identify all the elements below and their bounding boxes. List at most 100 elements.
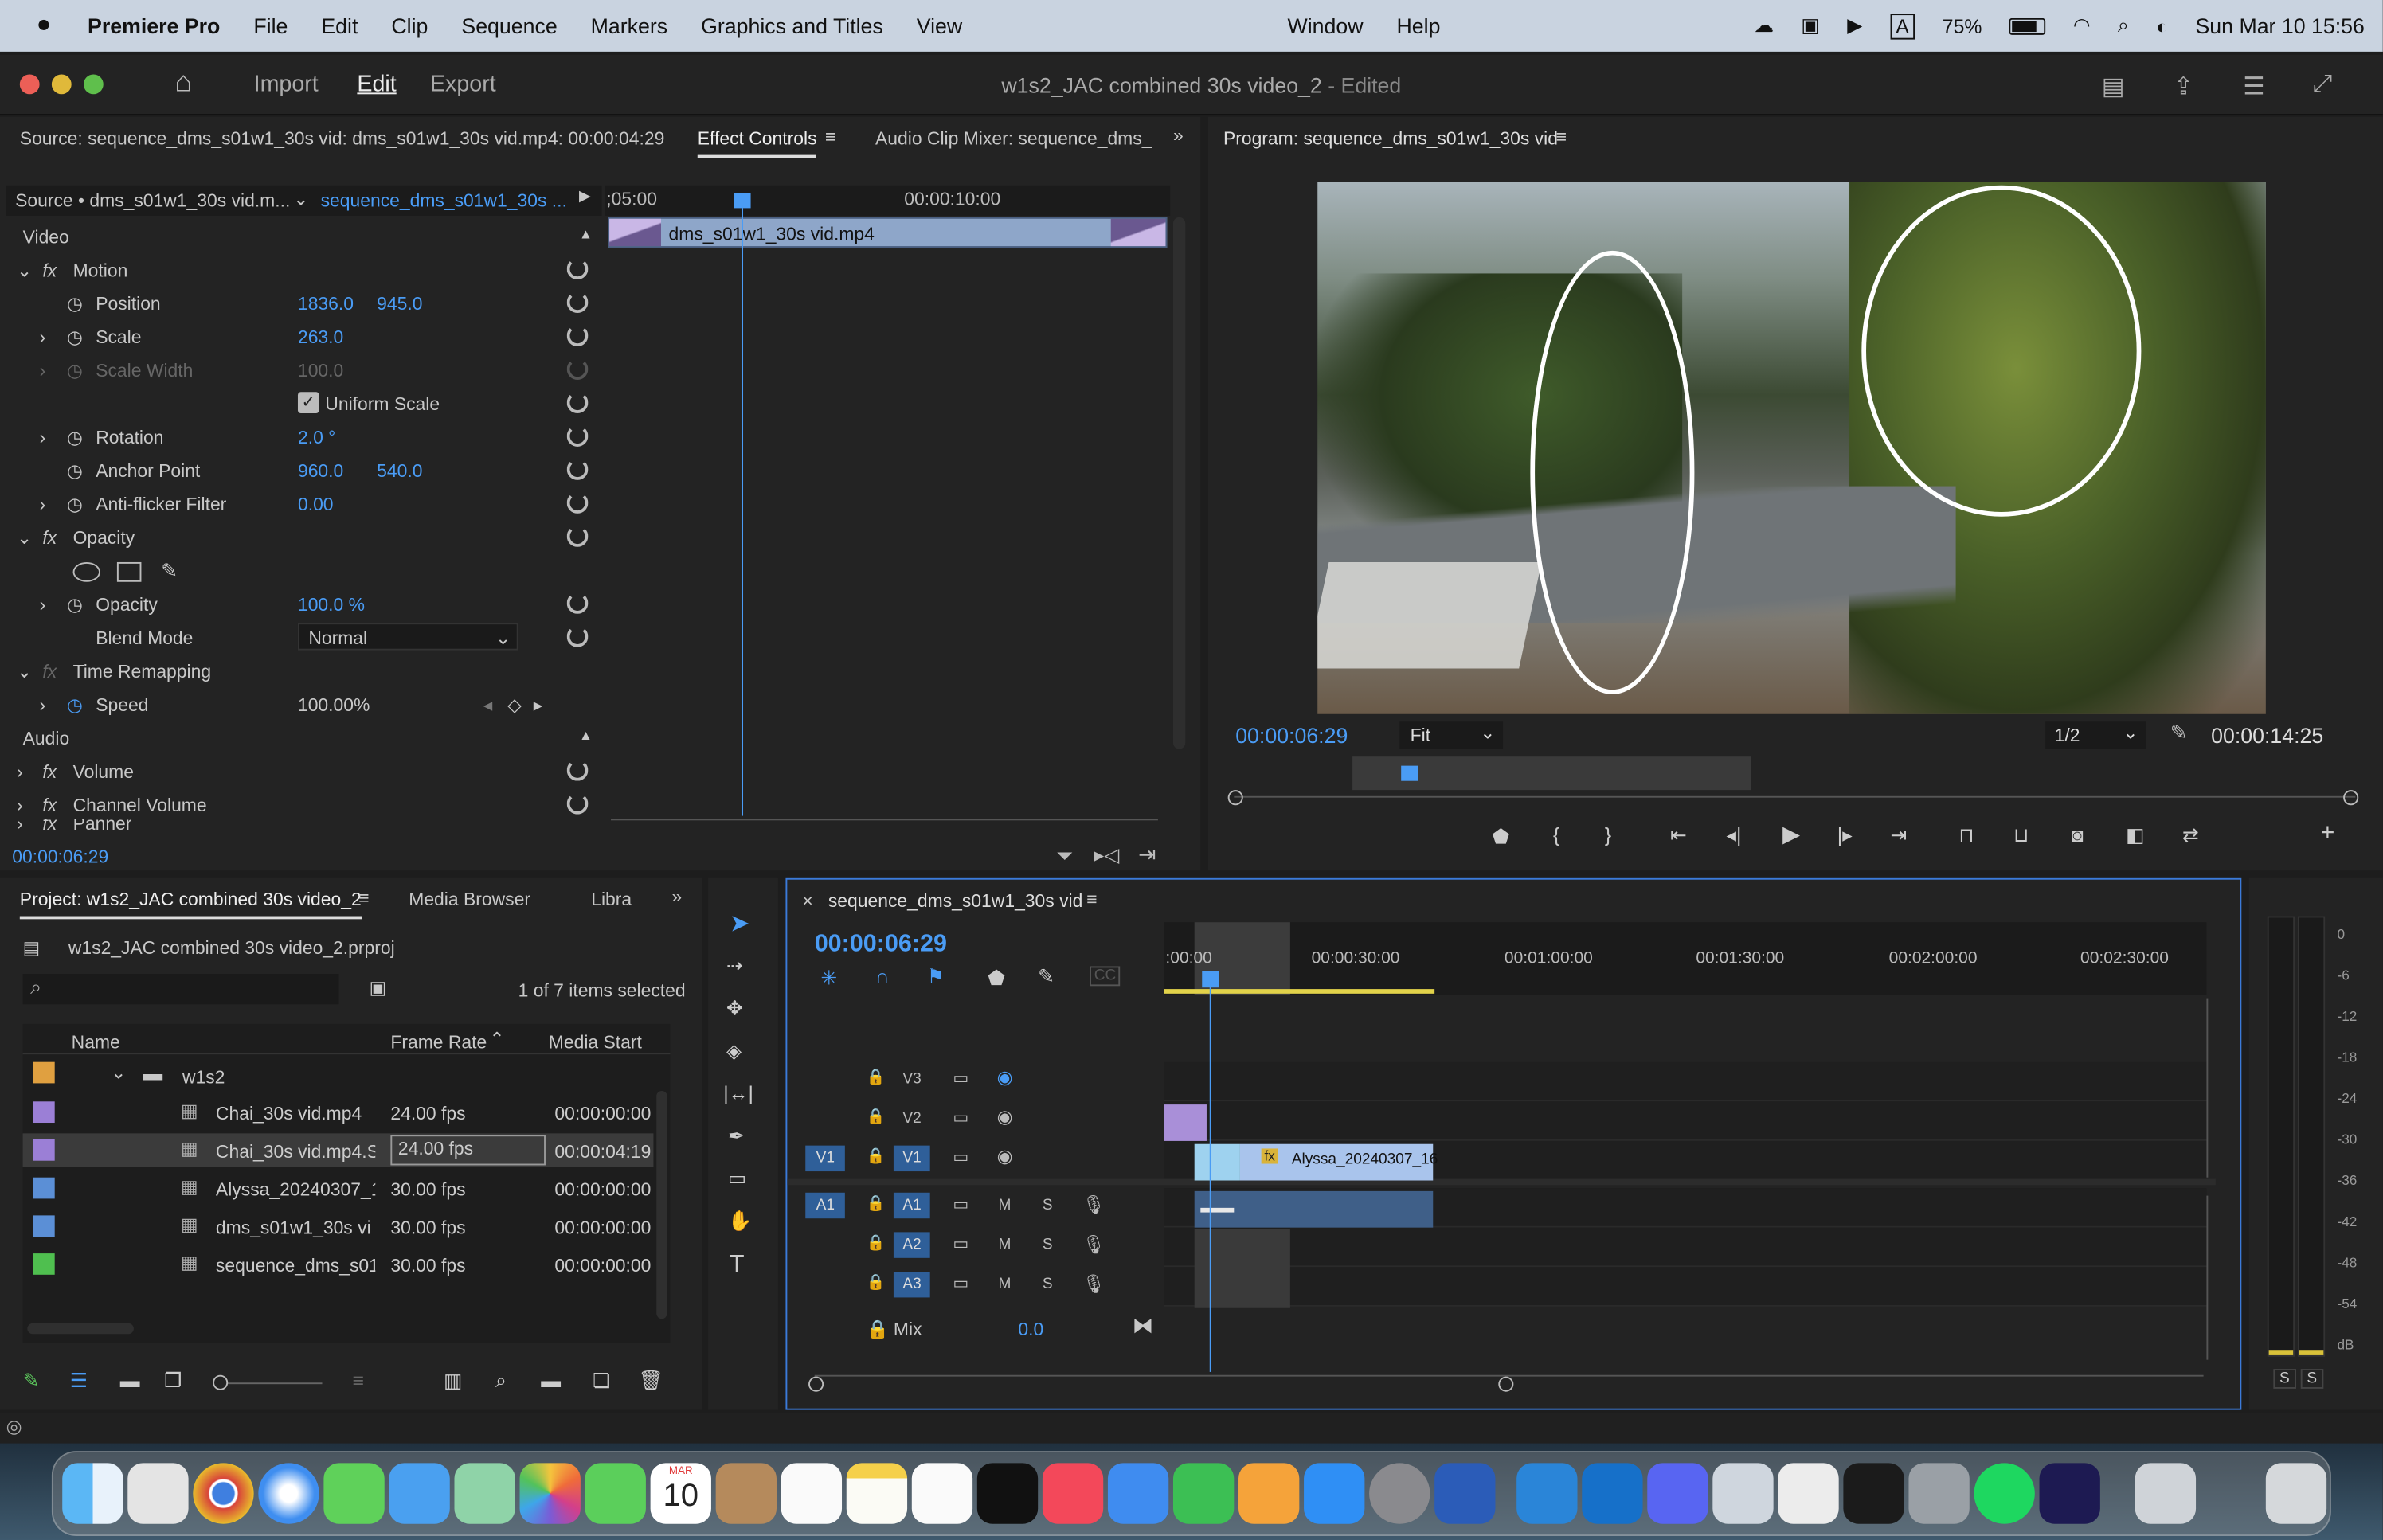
rotation-value[interactable]: 2.0 ° — [298, 427, 335, 448]
menu-view[interactable]: View — [917, 14, 962, 38]
lock-icon[interactable]: 🔒 — [867, 1148, 886, 1165]
lock-icon[interactable]: 🔒 — [867, 1109, 886, 1126]
track-target[interactable]: A3 — [893, 1271, 931, 1298]
anti-flicker-value[interactable]: 0.00 — [298, 494, 334, 515]
menu-help[interactable]: Help — [1396, 14, 1440, 38]
anchor-y-value[interactable]: 540.0 — [377, 460, 422, 482]
razor-tool-icon[interactable]: ◈ — [726, 1039, 742, 1064]
word-icon[interactable] — [1434, 1463, 1496, 1524]
clip-a1-audio[interactable] — [1194, 1190, 1434, 1228]
eye-icon[interactable]: ◉ — [997, 1106, 1013, 1128]
zoom-slider[interactable] — [213, 1374, 323, 1390]
app-store-icon[interactable] — [1304, 1463, 1365, 1524]
lock-icon[interactable]: 🔒 — [867, 1319, 890, 1340]
messages-icon[interactable] — [323, 1463, 385, 1524]
launchpad-icon[interactable] — [127, 1463, 189, 1524]
project-search-input[interactable]: ⌕ — [22, 974, 339, 1005]
play-circle-icon[interactable]: ▶ — [1847, 14, 1862, 38]
project-item-row[interactable]: ▦ Alyssa_20240307_1 30.00 fps 00:00:00:00 — [23, 1171, 654, 1205]
clip-v1-dms[interactable] — [1194, 1143, 1240, 1181]
zoom-fit-select[interactable]: Fit ⌄ — [1399, 721, 1504, 749]
list-view-icon[interactable]: ☰ — [70, 1369, 88, 1393]
track-target[interactable]: A2 — [893, 1232, 931, 1258]
input-source-icon[interactable]: A — [1889, 13, 1915, 39]
settings-wrench-icon[interactable]: ✎ — [2170, 720, 2188, 745]
close-window-button[interactable] — [19, 74, 40, 95]
chevron-right-icon[interactable]: › — [40, 494, 46, 515]
timeline-timecode[interactable]: 00:00:06:29 — [815, 932, 947, 959]
item-label-swatch[interactable] — [33, 1215, 55, 1237]
chevron-right-icon[interactable]: › — [40, 594, 46, 616]
facetime-icon[interactable] — [585, 1463, 646, 1524]
reset-icon[interactable] — [566, 325, 589, 347]
h-scroll-handle-left[interactable] — [808, 1376, 824, 1392]
sync-lock-icon[interactable]: ▭ — [953, 1194, 968, 1214]
linked-selection-icon[interactable]: ⚑ — [927, 965, 945, 990]
control-center-icon[interactable]: ◐ — [2156, 14, 2168, 37]
button-editor-plus-icon[interactable]: + — [2321, 820, 2335, 847]
opacity-effect[interactable]: ⌄ fx Opacity — [0, 521, 601, 554]
icon-view-icon[interactable]: ▬ — [120, 1369, 140, 1392]
captions-icon[interactable]: CC — [1090, 966, 1121, 987]
effect-controls-menu-icon[interactable]: ≡ — [825, 126, 835, 147]
speed-value[interactable]: 100.00% — [298, 694, 370, 716]
workspaces-icon[interactable]: ☰ — [2243, 72, 2264, 102]
chevron-right-icon[interactable]: › — [40, 360, 46, 381]
sync-lock-icon[interactable]: ▭ — [953, 1068, 968, 1088]
calendar-icon[interactable]: MAR 10 — [650, 1463, 711, 1524]
fx-icon[interactable]: fx — [42, 260, 57, 281]
effect-timeline-ruler[interactable] — [605, 185, 1171, 216]
effect-playhead-marker[interactable] — [734, 193, 751, 209]
vscode-icon[interactable] — [1516, 1463, 1578, 1524]
fullscreen-icon[interactable]: ⤢ — [2313, 72, 2332, 99]
item-label-swatch[interactable] — [33, 1101, 55, 1124]
column-frame-rate[interactable]: Frame Rate — [390, 1032, 487, 1053]
motion-effect[interactable]: ⌄ fx Motion — [0, 254, 601, 287]
solo-left-button[interactable]: S — [2273, 1369, 2296, 1389]
track-v3[interactable] — [1164, 1061, 2207, 1102]
go-to-in-icon[interactable]: ⇤ — [1670, 823, 1687, 848]
tab-media-browser[interactable]: Media Browser — [409, 889, 530, 910]
menu-sequence[interactable]: Sequence — [461, 14, 557, 38]
battery-icon[interactable] — [2009, 17, 2046, 34]
reset-icon[interactable] — [566, 760, 589, 781]
add-keyframe-icon[interactable]: ◇ — [507, 694, 522, 716]
chevron-right-icon[interactable]: › — [40, 326, 46, 348]
project-menu-icon[interactable]: ≡ — [358, 887, 369, 909]
zoom-slider-handle[interactable] — [213, 1374, 229, 1390]
track-target[interactable]: V2 — [894, 1106, 930, 1132]
mail-icon[interactable] — [389, 1463, 450, 1524]
chevron-right-icon[interactable]: › — [17, 819, 23, 834]
resolution-select[interactable]: 1/2 ⌄ — [2045, 721, 2146, 749]
program-title[interactable]: Program: sequence_dms_s01w1_30s vid — [1223, 127, 1558, 149]
mark-out-icon[interactable]: } — [1605, 823, 1611, 846]
preview-icon[interactable] — [1712, 1463, 1774, 1524]
app-menu[interactable]: Premiere Pro — [88, 14, 220, 38]
apple-icon[interactable]: ● — [37, 12, 51, 39]
reminders-icon[interactable] — [781, 1463, 843, 1524]
new-item-icon[interactable]: ❏ — [593, 1369, 610, 1393]
finder-icon[interactable] — [62, 1463, 123, 1524]
column-name[interactable]: Name — [72, 1032, 120, 1053]
tab-audio-clip-mixer[interactable]: Audio Clip Mixer: sequence_dms_ — [875, 127, 1152, 149]
stopwatch-icon[interactable]: ◷ — [67, 293, 83, 315]
track-target[interactable]: V1 — [893, 1145, 931, 1172]
add-marker-icon[interactable]: ⬟ — [988, 966, 1005, 991]
solo-button[interactable]: S — [1043, 1276, 1053, 1293]
sort-icons-icon[interactable]: ≡ — [353, 1369, 364, 1392]
chevron-down-icon[interactable]: ⌄ — [17, 527, 32, 549]
video-frame[interactable] — [1317, 182, 2266, 714]
close-tab-icon[interactable]: × — [802, 890, 812, 912]
reset-icon[interactable] — [566, 459, 589, 480]
mix-value[interactable]: 0.0 — [1018, 1319, 1043, 1340]
project-vertical-scrollbar[interactable] — [656, 1090, 667, 1319]
terminal-icon[interactable] — [1843, 1463, 1904, 1524]
bin-w1s2[interactable]: w1s2 — [182, 1066, 225, 1088]
notes-icon[interactable] — [846, 1463, 908, 1524]
play-button[interactable]: ▶ — [1782, 820, 1800, 847]
maps-icon[interactable] — [454, 1463, 515, 1524]
type-tool-icon[interactable]: T — [730, 1252, 745, 1279]
share-icon[interactable]: ⇪ — [2173, 72, 2193, 102]
menu-window[interactable]: Window — [1287, 14, 1363, 38]
hand-tool-icon[interactable]: ✋ — [728, 1210, 753, 1234]
